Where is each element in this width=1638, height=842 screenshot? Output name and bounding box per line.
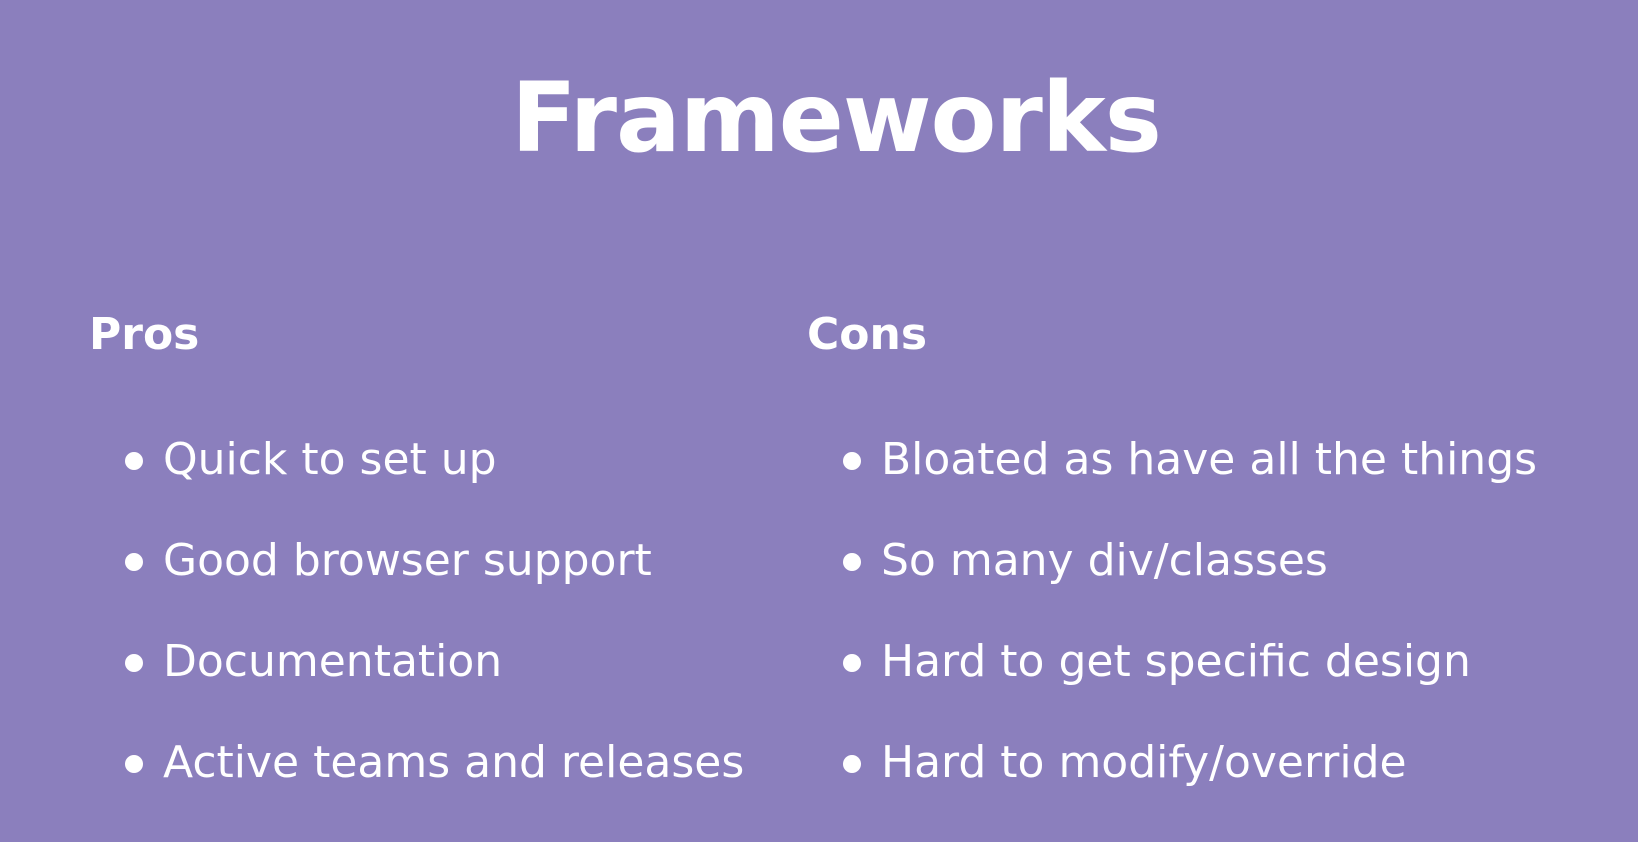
bullet-icon <box>843 553 861 571</box>
bullet-icon <box>843 755 861 773</box>
list-item: So many div/classes <box>843 531 1537 632</box>
cons-heading: Cons <box>807 309 928 360</box>
list-item-text: Hard to modify/override <box>881 737 1407 788</box>
list-item-text: Documentation <box>163 636 503 687</box>
pros-list: Quick to set up Good browser support Doc… <box>125 430 744 834</box>
list-item: Documentation <box>125 632 744 733</box>
list-item: Quick to set up <box>125 430 744 531</box>
slide-title: Frameworks <box>511 62 1162 174</box>
list-item: Bloated as have all the things <box>843 430 1537 531</box>
cons-column: Cons Bloated as have all the things So m… <box>807 305 1537 788</box>
pros-heading: Pros <box>89 309 200 360</box>
list-item-text: Quick to set up <box>163 434 497 485</box>
bullet-icon <box>125 452 143 470</box>
bullet-icon <box>125 755 143 773</box>
list-item-text: Hard to get specific design <box>881 636 1471 687</box>
pros-column: Pros Quick to set up Good browser suppor… <box>89 305 744 788</box>
list-item-text: So many div/classes <box>881 535 1328 586</box>
list-item: Hard to get specific design <box>843 632 1537 733</box>
list-item: Active teams and releases <box>125 733 744 834</box>
cons-list: Bloated as have all the things So many d… <box>843 430 1537 834</box>
bullet-icon <box>125 654 143 672</box>
list-item-text: Active teams and releases <box>163 737 745 788</box>
bullet-icon <box>843 654 861 672</box>
list-item-text: Bloated as have all the things <box>881 434 1538 485</box>
list-item-text: Good browser support <box>163 535 652 586</box>
list-item: Hard to modify/override <box>843 733 1537 834</box>
bullet-icon <box>125 553 143 571</box>
bullet-icon <box>843 452 861 470</box>
list-item: Good browser support <box>125 531 744 632</box>
